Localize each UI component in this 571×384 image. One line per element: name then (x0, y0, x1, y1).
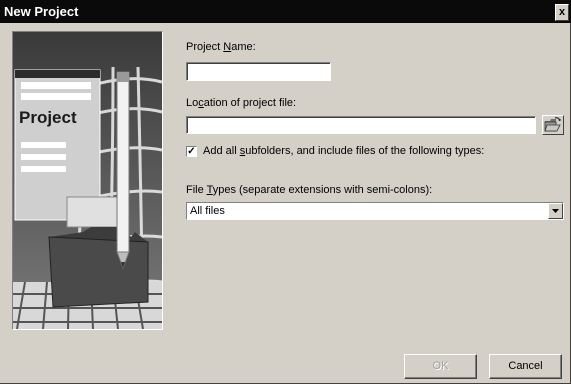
location-input[interactable] (186, 116, 536, 134)
ok-button[interactable]: OK (404, 354, 477, 379)
folder-open-icon (544, 117, 561, 132)
new-project-dialog: New Project x Project Project Name: Loca… (0, 0, 571, 384)
illustration-caption: Project (19, 108, 77, 127)
include-subfolders-checkbox[interactable]: ✓ (186, 146, 197, 157)
include-subfolders-label[interactable]: Add all subfolders, and include files of… (203, 145, 484, 157)
project-name-input[interactable] (186, 62, 331, 81)
close-button[interactable]: x (555, 4, 569, 21)
cancel-button[interactable]: Cancel (489, 354, 562, 379)
close-icon: x (558, 6, 566, 18)
file-types-dropdown-button[interactable] (548, 203, 563, 219)
chevron-down-icon (552, 209, 559, 213)
file-types-select[interactable]: All files (186, 202, 564, 220)
project-name-label: Project Name: (186, 41, 256, 53)
project-folder-pencil-illustration (13, 32, 162, 329)
file-types-selected-value: All files (190, 205, 225, 217)
browse-location-button[interactable] (542, 115, 564, 135)
dialog-title: New Project (4, 4, 79, 19)
checkmark-icon: ✓ (187, 146, 196, 157)
title-bar[interactable]: New Project x (0, 0, 571, 23)
project-illustration: Project (12, 31, 163, 330)
file-types-label: File Types (separate extensions with sem… (186, 184, 433, 196)
location-label: Location of project file: (186, 97, 297, 109)
